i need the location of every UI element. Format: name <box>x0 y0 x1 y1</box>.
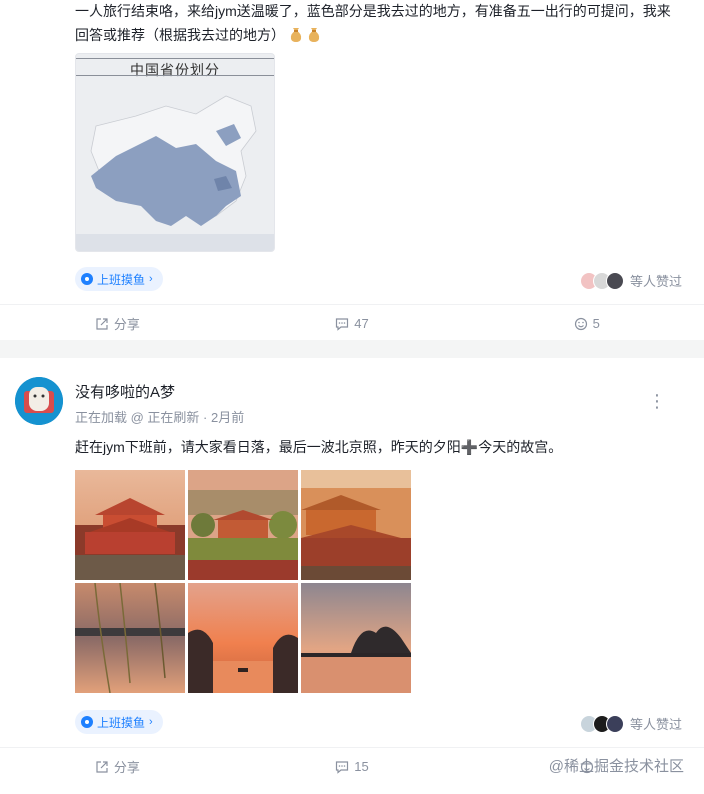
forbidden-city-photo[interactable] <box>188 470 298 580</box>
post-card-2: 没有哆啦的A梦 正在加载 @ 正在刷新 · 2月前 ⋮ 赶在jym下班前，请大家… <box>0 358 704 794</box>
topic-icon <box>81 273 93 285</box>
sunset-trees-photo[interactable] <box>301 583 411 693</box>
comment-button[interactable]: 47 <box>235 316 470 331</box>
username[interactable]: 没有哆啦的A梦 <box>75 381 175 402</box>
forbidden-city-photo[interactable] <box>75 470 185 580</box>
topic-tag[interactable]: 上班摸鱼 › <box>75 710 163 734</box>
comment-icon <box>336 760 349 774</box>
post-actions: 分享 47 5 <box>0 304 704 342</box>
share-icon <box>96 760 108 773</box>
more-vertical-icon[interactable]: ⋮ <box>648 392 666 410</box>
avatar <box>605 714 624 733</box>
share-button[interactable]: 分享 <box>0 314 235 333</box>
watermark: @稀土掘金技术社区 <box>548 758 684 775</box>
topic-icon <box>81 716 93 728</box>
post-text: 赶在jym下班前，请大家看日落，最后一波北京照，昨天的夕阳➕今天的故宫。 <box>75 439 563 455</box>
user-meta: 正在加载 @ 正在刷新 · 2月前 <box>75 410 245 425</box>
chevron-right-icon: › <box>149 716 153 728</box>
avatar <box>605 271 624 290</box>
share-button[interactable]: 分享 <box>0 757 235 776</box>
likers[interactable]: 等人赞过 <box>579 271 682 290</box>
sunset-river-photo[interactable] <box>188 583 298 693</box>
comment-icon <box>336 317 349 331</box>
china-map-shape <box>76 95 274 251</box>
thumbs-up-icon <box>574 317 587 330</box>
topic-tag[interactable]: 上班摸鱼 › <box>75 267 163 291</box>
like-button[interactable]: 5 <box>469 316 704 331</box>
sunset-lake-photo[interactable] <box>75 583 185 693</box>
avatar[interactable] <box>15 377 63 425</box>
moneybag-emoji-icon <box>308 28 319 42</box>
post-text: 一人旅行结束咯，来给jym送温暖了，蓝色部分是我去过的地方，有准备五一出行的可提… <box>75 3 671 43</box>
post-card-1: 一人旅行结束咯，来给jym送温暖了，蓝色部分是我去过的地方，有准备五一出行的可提… <box>0 0 704 340</box>
moneybag-emoji-icon <box>290 28 302 42</box>
likers[interactable]: 等人赞过 <box>579 714 682 733</box>
photo-grid <box>75 470 411 693</box>
china-map-image[interactable]: 中国省份划分 <box>75 53 275 252</box>
forbidden-city-photo[interactable] <box>301 470 411 580</box>
chevron-right-icon: › <box>149 273 153 285</box>
comment-button[interactable]: 15 <box>235 759 470 774</box>
share-icon <box>96 317 108 330</box>
